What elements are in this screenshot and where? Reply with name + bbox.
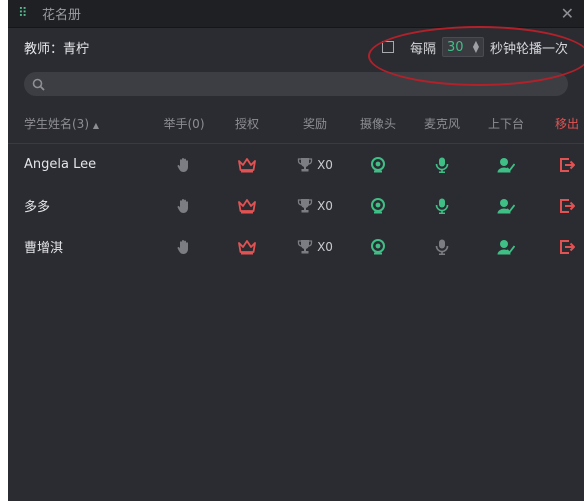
award-count: X0 <box>317 157 333 172</box>
trophy-icon <box>297 157 313 171</box>
every-label: 每隔 <box>409 41 436 57</box>
stepper-arrows-icon[interactable]: ▲ ▼ <box>473 40 479 54</box>
exit-icon[interactable] <box>538 198 584 214</box>
student-name: 曹增淇 <box>24 241 64 256</box>
hand-icon[interactable] <box>158 239 210 255</box>
crown-icon[interactable] <box>210 198 284 214</box>
exit-icon[interactable] <box>538 157 584 173</box>
award-count: X0 <box>317 198 333 213</box>
header-award: 奖励 <box>302 117 327 131</box>
table-body: Angela Lee X0 多多 X0 曹增淇 X0 <box>8 144 584 267</box>
window-title: 花名册 <box>42 8 82 23</box>
interval-stepper[interactable]: 30 ▲ ▼ <box>441 37 484 57</box>
search-bar[interactable] <box>24 72 568 96</box>
header-camera: 摄像头 <box>359 117 396 131</box>
table-row: Angela Lee X0 <box>8 144 584 185</box>
search-icon <box>32 78 45 91</box>
header-stage: 上下台 <box>487 117 524 131</box>
roster-table: 学生姓名(3) ▲ 举手(0) 授权 奖励 摄像头 麦克风 上下台 移出 Ang… <box>8 104 584 267</box>
camera-icon[interactable] <box>346 238 410 255</box>
student-name: Angela Lee <box>24 157 97 172</box>
stage-icon[interactable] <box>474 157 538 173</box>
header-remove[interactable]: 移出 <box>538 115 584 132</box>
stage-icon[interactable] <box>474 198 538 214</box>
search-input[interactable] <box>51 77 560 91</box>
hand-icon[interactable] <box>158 157 210 173</box>
award-cell[interactable]: X0 <box>284 198 346 214</box>
table-row: 多多 X0 <box>8 185 584 226</box>
header-mic: 麦克风 <box>423 117 460 131</box>
suffix-label: 秒钟轮播一次 <box>489 41 568 57</box>
rotate-settings: 每隔 30 ▲ ▼ 秒钟轮播一次 <box>381 37 568 57</box>
sort-up-icon[interactable]: ▲ <box>93 121 99 130</box>
crown-icon[interactable] <box>210 157 284 173</box>
interval-value[interactable]: 30 <box>447 40 464 55</box>
titlebar[interactable]: ⠿ 花名册 ✕ <box>8 0 584 28</box>
award-count: X0 <box>317 239 333 254</box>
trophy-icon <box>297 198 313 212</box>
mic-icon[interactable] <box>410 157 474 173</box>
award-cell[interactable]: X0 <box>284 157 346 173</box>
exit-icon[interactable] <box>538 239 584 255</box>
student-name: 多多 <box>24 200 51 215</box>
hand-icon[interactable] <box>158 198 210 214</box>
table-header: 学生姓名(3) ▲ 举手(0) 授权 奖励 摄像头 麦克风 上下台 移出 <box>8 104 584 144</box>
award-cell[interactable]: X0 <box>284 239 346 255</box>
header-name[interactable]: 学生姓名(3) ▲ <box>24 115 158 132</box>
mic-icon[interactable] <box>410 239 474 255</box>
teacher-label: 教师：青柠 <box>24 41 90 57</box>
roster-window: ⠿ 花名册 ✕ 教师：青柠 每隔 30 ▲ ▼ 秒钟轮播一次 学生姓名(3) ▲ … <box>8 0 584 501</box>
table-row: 曹增淇 X0 <box>8 226 584 267</box>
rotate-checkbox[interactable] <box>381 41 394 53</box>
grip-icon[interactable]: ⠿ <box>18 6 36 21</box>
close-icon[interactable]: ✕ <box>561 4 574 23</box>
stage-icon[interactable] <box>474 239 538 255</box>
camera-icon[interactable] <box>346 156 410 173</box>
header-authorize: 授权 <box>234 117 259 131</box>
toolbar: 教师：青柠 每隔 30 ▲ ▼ 秒钟轮播一次 <box>8 32 584 62</box>
mic-icon[interactable] <box>410 198 474 214</box>
header-hands: 举手(0) <box>163 117 205 131</box>
crown-icon[interactable] <box>210 239 284 255</box>
camera-icon[interactable] <box>346 197 410 214</box>
trophy-icon <box>297 239 313 253</box>
